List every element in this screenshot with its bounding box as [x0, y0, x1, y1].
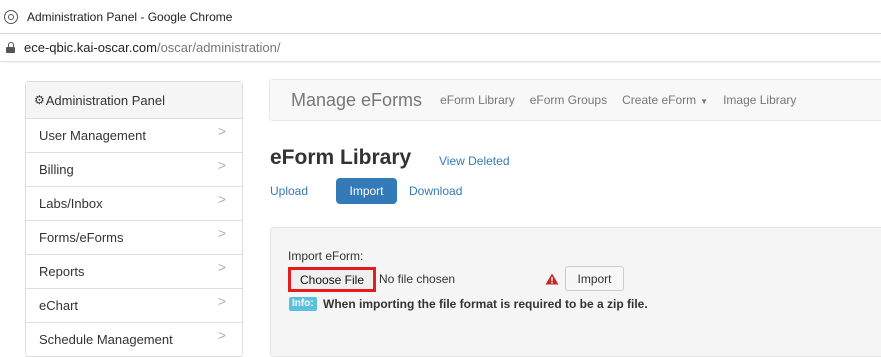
- tab-download[interactable]: Download: [409, 178, 462, 204]
- sidebar-item-billing[interactable]: Billing >: [26, 153, 242, 187]
- view-deleted-link[interactable]: View Deleted: [439, 154, 510, 168]
- chevron-right-icon: >: [217, 259, 226, 275]
- choose-file-button[interactable]: Choose File: [288, 267, 376, 292]
- sidebar-item-label: Schedule Management: [39, 332, 173, 347]
- sidebar-item-label: Forms/eForms: [39, 230, 124, 245]
- sidebar-item-label: User Management: [39, 128, 146, 143]
- nav-create-eform[interactable]: Create eForm ▼: [622, 93, 708, 107]
- gear-icon: ⚙: [34, 93, 45, 107]
- address-bar[interactable]: ece-qbic.kai-oscar.com/oscar/administrat…: [0, 33, 881, 61]
- tab-import[interactable]: Import: [336, 178, 397, 204]
- chevron-right-icon: >: [217, 225, 226, 241]
- navbar-brand[interactable]: Manage eForms: [291, 90, 422, 111]
- window-title: Administration Panel - Google Chrome: [27, 9, 233, 24]
- sidebar-item-echart[interactable]: eChart >: [26, 289, 242, 323]
- sidebar-item-reports[interactable]: Reports >: [26, 255, 242, 289]
- chrome-icon: [4, 9, 18, 24]
- chevron-right-icon: >: [217, 191, 226, 207]
- sidebar-header: ⚙ Administration Panel: [26, 82, 242, 119]
- nav-create-eform-label: Create eForm: [622, 93, 697, 107]
- import-eform-label: Import eForm:: [288, 249, 364, 263]
- import-button[interactable]: Import: [565, 266, 624, 291]
- chevron-right-icon: >: [217, 157, 226, 173]
- nav-image-library[interactable]: Image Library: [723, 93, 796, 107]
- sidebar-item-label: Reports: [39, 264, 85, 279]
- sidebar-item-label: eChart: [39, 298, 79, 313]
- caret-down-icon: ▼: [700, 97, 709, 106]
- browser-titlebar: Administration Panel - Google Chrome: [0, 0, 881, 33]
- lock-icon: [6, 42, 15, 53]
- page-title: eForm Library: [270, 146, 412, 169]
- url-path: /oscar/administration/: [156, 40, 281, 55]
- chevron-right-icon: >: [217, 327, 226, 343]
- chevron-right-icon: >: [217, 293, 226, 309]
- sidebar-item-label: Labs/Inbox: [39, 196, 103, 211]
- nav-eform-groups[interactable]: eForm Groups: [530, 93, 607, 107]
- url-host: ece-qbic.kai-oscar.com: [24, 40, 157, 55]
- sidebar-item-labs-inbox[interactable]: Labs/Inbox >: [26, 187, 242, 221]
- file-status-text: No file chosen: [379, 272, 456, 286]
- sidebar-item-label: Billing: [39, 162, 74, 177]
- sidebar-item-schedule-management[interactable]: Schedule Management >: [26, 323, 242, 357]
- sidebar-header-title: Administration Panel: [45, 92, 165, 108]
- nav-eform-library[interactable]: eForm Library: [440, 93, 515, 107]
- chevron-right-icon: >: [217, 123, 226, 139]
- eforms-navbar: Manage eForms eForm Library eForm Groups…: [269, 79, 881, 121]
- sidebar-item-user-management[interactable]: User Management >: [26, 119, 242, 153]
- import-panel: [270, 227, 881, 357]
- info-badge: Info:: [289, 297, 317, 311]
- warning-icon: [545, 273, 559, 285]
- info-message: When importing the file format is requir…: [323, 297, 648, 311]
- tab-upload[interactable]: Upload: [270, 178, 308, 204]
- admin-sidebar: ⚙ Administration Panel User Management >…: [25, 81, 243, 357]
- sidebar-item-forms-eforms[interactable]: Forms/eForms >: [26, 221, 242, 255]
